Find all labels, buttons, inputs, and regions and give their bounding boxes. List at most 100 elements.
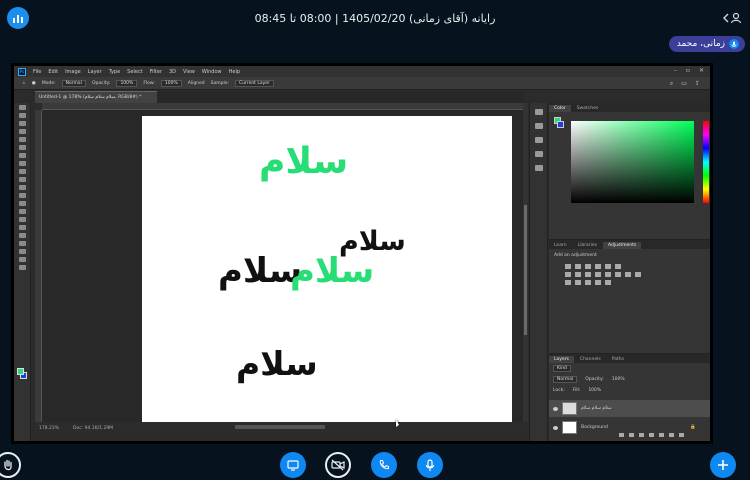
- color-picker-field[interactable]: [571, 121, 694, 203]
- crop-tool-icon[interactable]: [18, 137, 26, 142]
- menu-window[interactable]: Window: [202, 69, 222, 75]
- audio-button[interactable]: [371, 452, 397, 478]
- tab-layers[interactable]: Layers: [549, 356, 574, 363]
- mode-select[interactable]: Normal: [61, 79, 86, 87]
- close-icon[interactable]: ✕: [699, 67, 704, 74]
- type-tool-icon[interactable]: [18, 225, 26, 230]
- fill-value[interactable]: 100%: [588, 388, 601, 393]
- canvas-text-4: سلام: [290, 251, 375, 291]
- tab-swatches[interactable]: Swatches: [572, 105, 604, 112]
- paragraph-panel-icon[interactable]: [534, 165, 543, 171]
- lasso-tool-icon[interactable]: [18, 121, 26, 126]
- canvas-horizontal-scrollbar[interactable]: [235, 425, 325, 429]
- delete-layer-icon[interactable]: [679, 433, 684, 437]
- layer-name: Background: [581, 425, 608, 430]
- aligned-checkbox[interactable]: Aligned: [188, 81, 205, 86]
- clone-stamp-tool-icon[interactable]: [18, 169, 26, 174]
- tab-paths[interactable]: Paths: [607, 356, 629, 363]
- dodge-tool-icon[interactable]: [18, 209, 26, 214]
- sample-select[interactable]: Current Layer: [235, 79, 274, 87]
- workspace-icon[interactable]: ▭: [681, 80, 687, 88]
- new-group-icon[interactable]: [659, 433, 664, 437]
- blur-tool-icon[interactable]: [18, 201, 26, 206]
- menu-file[interactable]: File: [33, 69, 41, 75]
- tab-adjustments[interactable]: Adjustments: [603, 242, 642, 249]
- search-icon[interactable]: ⌕: [670, 80, 673, 88]
- move-tool-icon[interactable]: [18, 105, 26, 110]
- layer-kind-filter[interactable]: Kind: [553, 365, 571, 372]
- quick-select-tool-icon[interactable]: [18, 129, 26, 134]
- gradient-tool-icon[interactable]: [18, 193, 26, 198]
- microphone-icon: [729, 39, 739, 49]
- flow-label: Flow:: [143, 80, 155, 86]
- layer-mask-icon[interactable]: [639, 433, 644, 437]
- marquee-tool-icon[interactable]: [18, 113, 26, 118]
- document-canvas[interactable]: سلام سلام سلام سلام سلام: [142, 116, 512, 434]
- properties-panel-icon[interactable]: [534, 123, 543, 129]
- layer-row[interactable]: سلام سلام سلام: [549, 400, 710, 417]
- menu-edit[interactable]: Edit: [48, 69, 58, 75]
- layer-style-icon[interactable]: [629, 433, 634, 437]
- microphone-button[interactable]: [417, 452, 443, 478]
- tab-color[interactable]: Color: [549, 105, 571, 112]
- camera-button[interactable]: [325, 452, 351, 478]
- history-panel-icon[interactable]: [534, 109, 543, 115]
- eye-icon[interactable]: [553, 425, 558, 430]
- layers-filter-row: Kind: [549, 363, 710, 374]
- share-icon[interactable]: ⇪: [695, 80, 700, 88]
- link-layers-icon[interactable]: [619, 433, 624, 437]
- mouse-cursor-icon: [396, 419, 399, 427]
- character-panel-icon[interactable]: [534, 151, 543, 157]
- path-select-tool-icon[interactable]: [18, 233, 26, 238]
- actions-button[interactable]: [710, 452, 736, 478]
- history-brush-tool-icon[interactable]: [18, 177, 26, 182]
- canvas-text-5: سلام: [236, 344, 318, 383]
- users-list-toggle[interactable]: [723, 8, 742, 28]
- brush-preset-icon[interactable]: ●: [32, 81, 36, 86]
- more-tools-icon[interactable]: [18, 265, 26, 270]
- tool-preset-icon[interactable]: ⊥: [22, 81, 26, 86]
- adjustment-layer-icon[interactable]: [649, 433, 654, 437]
- menu-3d[interactable]: 3D: [169, 69, 176, 75]
- opacity-input[interactable]: 100%: [116, 79, 138, 87]
- raise-hand-button[interactable]: [0, 452, 21, 478]
- eyedropper-tool-icon[interactable]: [18, 145, 26, 150]
- brush-tool-icon[interactable]: [18, 161, 26, 166]
- layer-opacity-value[interactable]: 100%: [612, 377, 625, 382]
- zoom-level[interactable]: 178.23%: [39, 426, 59, 431]
- desktop-icon: [287, 459, 299, 471]
- hand-tool-icon[interactable]: [18, 249, 26, 254]
- blend-mode-select[interactable]: Normal: [553, 376, 578, 383]
- screen-share-button[interactable]: [280, 452, 306, 478]
- minimize-icon[interactable]: –: [674, 67, 677, 74]
- maximize-icon[interactable]: ▫: [686, 67, 690, 74]
- right-panels: Color Swatches Learn Libraries Adjustmen…: [549, 103, 710, 441]
- tab-libraries[interactable]: Libraries: [573, 242, 602, 249]
- flow-input[interactable]: 100%: [160, 79, 182, 87]
- presenter-badge[interactable]: زمانی، محمد: [668, 36, 745, 52]
- document-tab[interactable]: Untitled-1 @ 178% (سلام سلام سلام, RGB/8…: [35, 91, 157, 103]
- new-layer-icon[interactable]: [669, 433, 674, 437]
- eye-icon[interactable]: [553, 406, 558, 411]
- eraser-tool-icon[interactable]: [18, 185, 26, 190]
- menu-view[interactable]: View: [183, 69, 195, 75]
- foreground-color-swatch[interactable]: [17, 368, 24, 375]
- tab-channels[interactable]: Channels: [575, 356, 606, 363]
- actions-panel-icon[interactable]: [534, 137, 543, 143]
- pen-tool-icon[interactable]: [18, 217, 26, 222]
- tab-learn[interactable]: Learn: [549, 242, 572, 249]
- hue-slider[interactable]: [703, 121, 709, 203]
- canvas-vertical-scrollbar[interactable]: [523, 103, 528, 422]
- menu-filter[interactable]: Filter: [150, 69, 162, 75]
- healing-tool-icon[interactable]: [18, 153, 26, 158]
- color-panel-background[interactable]: [557, 121, 564, 128]
- menu-help[interactable]: Help: [229, 69, 240, 75]
- menu-layer[interactable]: Layer: [88, 69, 102, 75]
- shared-screen: Ps File Edit Image Layer Type Select Fil…: [11, 63, 713, 444]
- zoom-tool-icon[interactable]: [18, 257, 26, 262]
- menu-image[interactable]: Image: [65, 69, 81, 75]
- shape-tool-icon[interactable]: [18, 241, 26, 246]
- bars-logo-icon[interactable]: [7, 7, 29, 29]
- menu-type[interactable]: Type: [109, 69, 120, 75]
- menu-select[interactable]: Select: [127, 69, 142, 75]
